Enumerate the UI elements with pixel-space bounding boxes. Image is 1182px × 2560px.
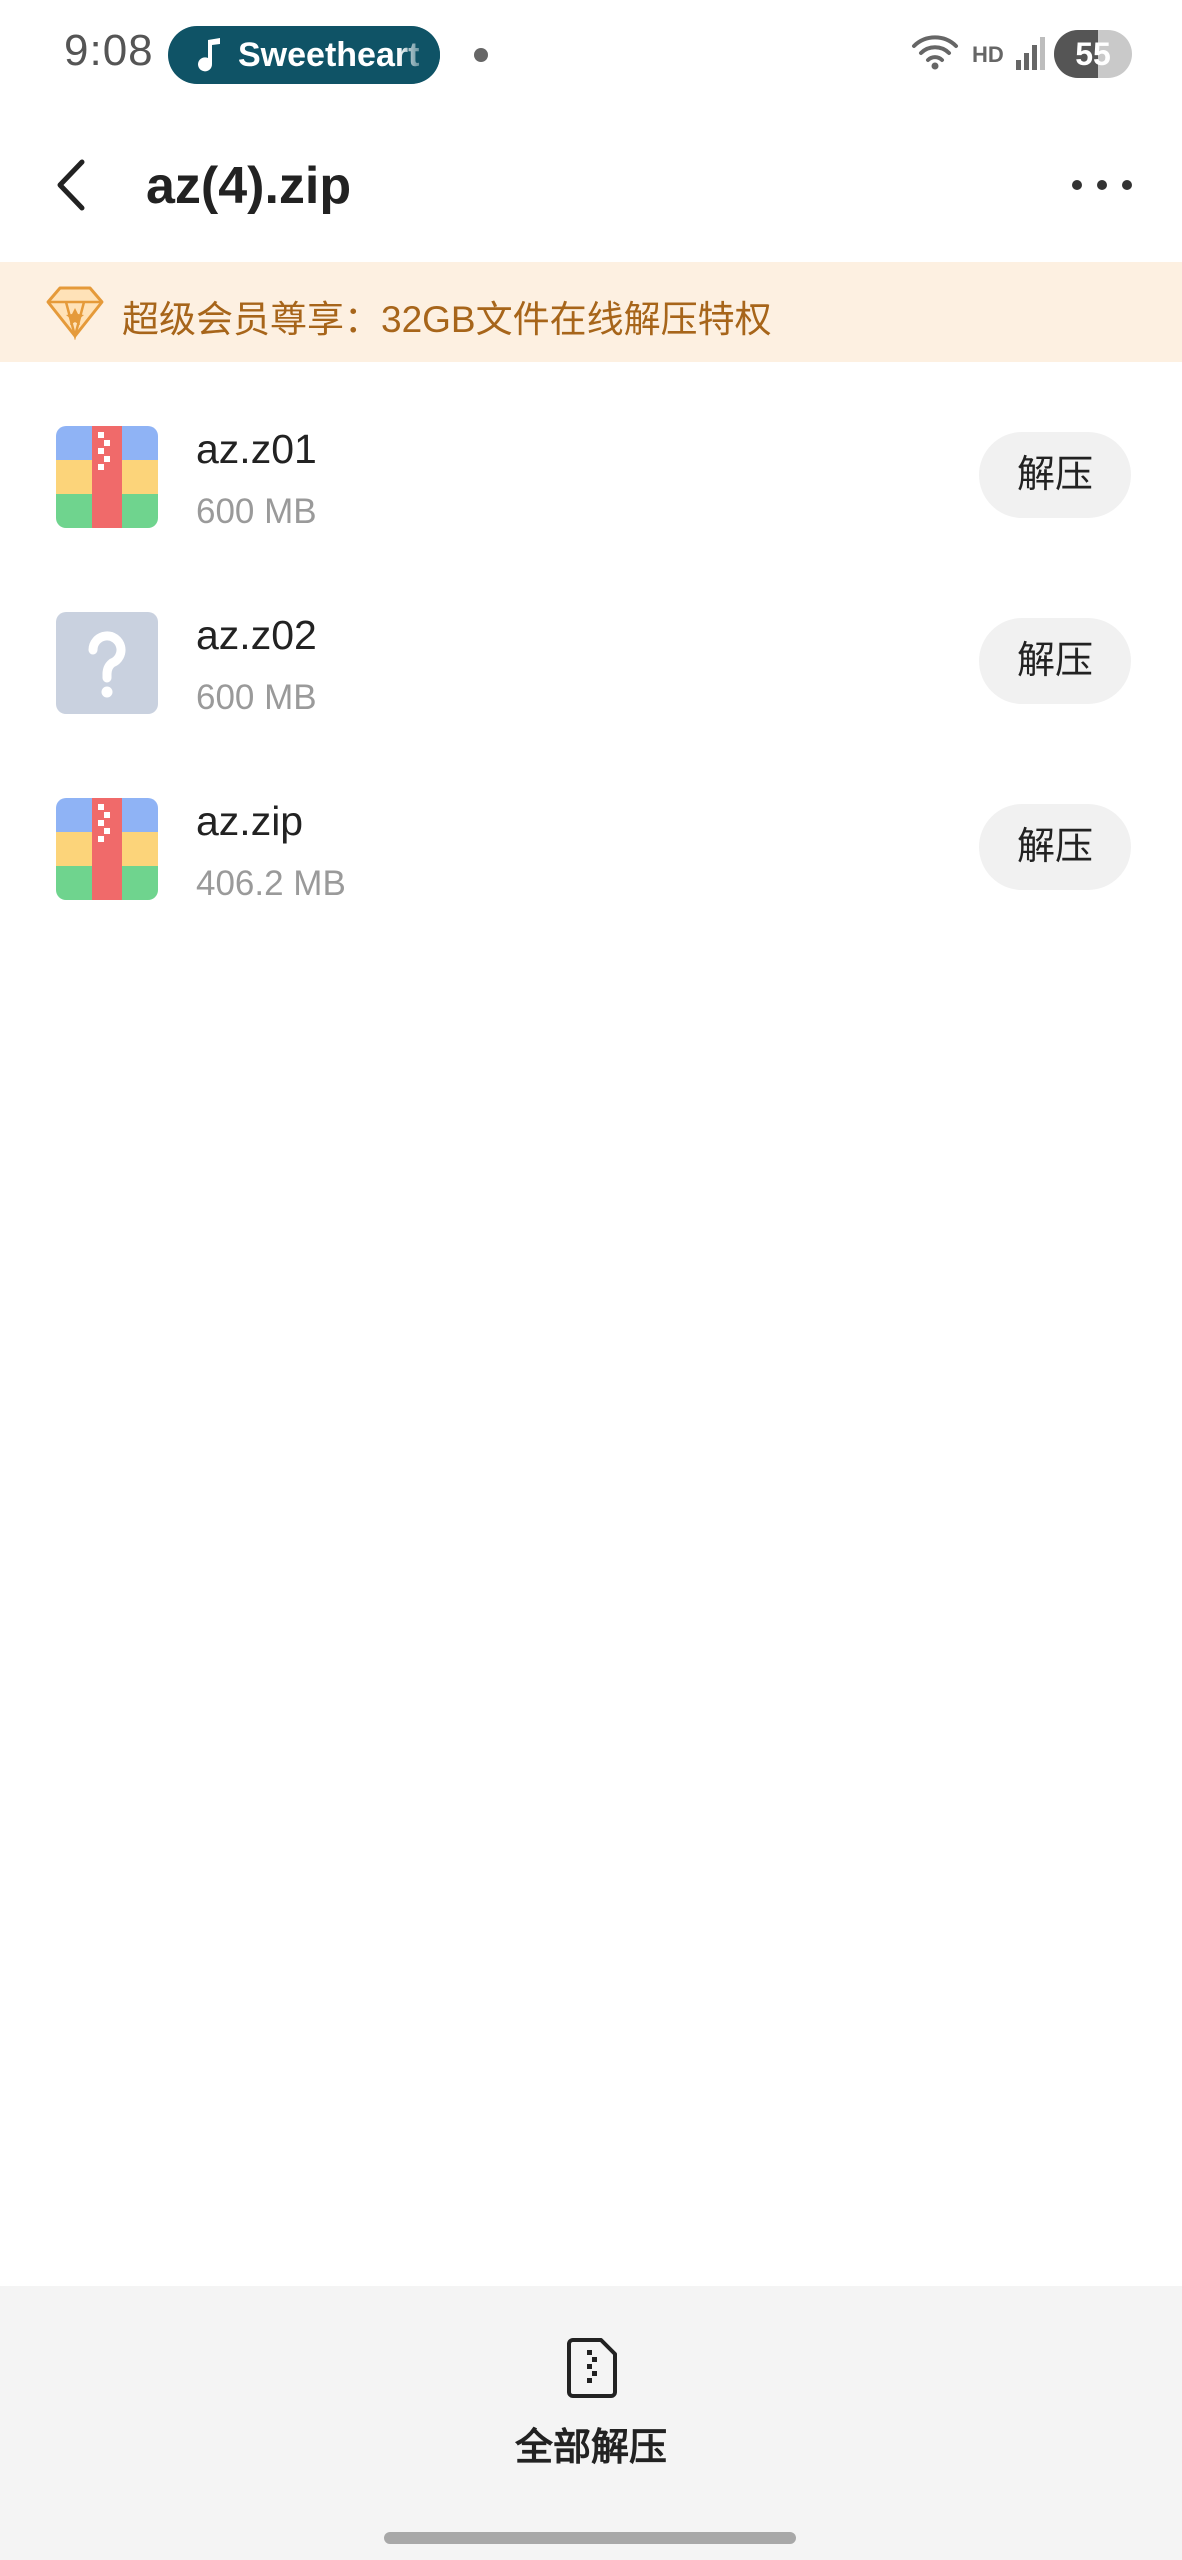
file-size: 406.2 MB: [196, 864, 346, 903]
more-options-icon[interactable]: [1062, 152, 1142, 218]
extract-all-label: 全部解压: [514, 2427, 667, 2469]
extract-all-button[interactable]: 全部解压: [491, 2336, 691, 2506]
zip-archive-icon: [56, 426, 158, 528]
banner-text: 超级会员尊享：32GB文件在线解压特权: [122, 299, 772, 340]
screen: 9:08 Sweetheart HD 55 az(4).zip 超级会员尊享：3…: [0, 0, 1182, 2560]
file-name: az.zip: [196, 798, 304, 844]
file-size: 600 MB: [196, 492, 317, 531]
music-note-icon: [198, 38, 220, 72]
notification-dot: [474, 48, 488, 62]
wifi-icon: [912, 35, 958, 70]
extract-button[interactable]: 解压: [979, 432, 1131, 518]
extract-button[interactable]: 解压: [979, 618, 1131, 704]
file-size: 600 MB: [196, 678, 317, 717]
zip-archive-icon: [56, 798, 158, 900]
file-name: az.z02: [196, 612, 317, 658]
home-indicator[interactable]: [384, 2532, 796, 2544]
bottom-action-bar: 全部解压: [0, 2286, 1182, 2560]
file-name: az.z01: [196, 426, 317, 472]
unknown-file-icon: [56, 612, 158, 714]
diamond-icon: [46, 286, 104, 340]
archive-file-icon: [567, 2338, 617, 2398]
file-row[interactable]: az.z02 600 MB 解压: [0, 582, 1182, 768]
status-bar: 9:08 Sweetheart HD 55: [0, 0, 1182, 110]
vip-promo-banner[interactable]: 超级会员尊享：32GB文件在线解压特权: [0, 262, 1182, 362]
signal-icon: [1016, 37, 1045, 70]
app-bar: az(4).zip: [0, 130, 1182, 242]
battery-icon: 55: [1054, 30, 1132, 78]
extract-button[interactable]: 解压: [979, 804, 1131, 890]
media-title: Sweetheart: [238, 36, 420, 74]
page-title: az(4).zip: [146, 157, 352, 215]
file-row[interactable]: az.z01 600 MB 解压: [0, 396, 1182, 582]
media-playback-pill[interactable]: Sweetheart: [168, 26, 440, 84]
status-time: 9:08: [64, 26, 154, 75]
file-row[interactable]: az.zip 406.2 MB 解压: [0, 768, 1182, 954]
back-icon[interactable]: [40, 152, 106, 218]
pill-fade: [398, 26, 440, 84]
network-type-label: HD: [972, 42, 1004, 67]
battery-level: 55: [1075, 36, 1111, 72]
